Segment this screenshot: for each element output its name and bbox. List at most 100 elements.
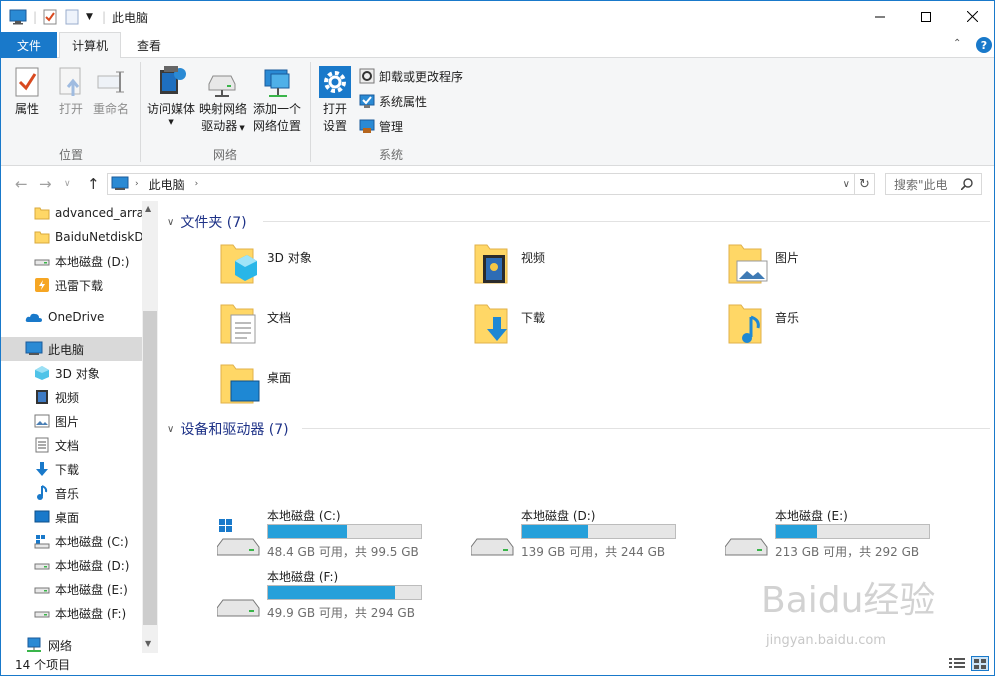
- system-properties-icon: [359, 94, 375, 108]
- system-group-label: 系统: [379, 148, 404, 162]
- properties-button[interactable]: 属性: [13, 66, 41, 118]
- folder-documents[interactable]: 文档: [219, 301, 419, 355]
- help-icon[interactable]: ?: [976, 37, 992, 53]
- nav-item-music[interactable]: 音乐: [1, 481, 142, 505]
- folder-pictures[interactable]: 图片: [727, 241, 927, 295]
- nav-label: 此电脑: [48, 342, 85, 357]
- uninstall-button[interactable]: 卸载或更改程序: [359, 65, 463, 87]
- nav-item-disk-f[interactable]: 本地磁盘 (F:): [1, 601, 142, 625]
- access-media-label: 访问媒体: [147, 102, 196, 116]
- drive-free-space: 139 GB 可用，共 244 GB: [521, 545, 666, 559]
- network-location-icon: [264, 69, 290, 97]
- nav-item-onedrive[interactable]: OneDrive: [1, 305, 142, 329]
- tab-view[interactable]: 查看: [125, 32, 173, 58]
- system-properties-button[interactable]: 系统属性: [359, 90, 427, 112]
- tab-computer[interactable]: 计算机: [59, 32, 121, 59]
- drive-f[interactable]: 本地磁盘 (F:) 49.9 GB 可用，共 294 GB: [217, 568, 427, 624]
- address-bar[interactable]: › 此电脑 › ∨: [107, 173, 855, 195]
- nav-item-downloads[interactable]: 下载: [1, 457, 142, 481]
- recent-locations-icon[interactable]: ∨: [64, 179, 71, 189]
- nav-item-baidunetdisk[interactable]: BaiduNetdiskD: [1, 225, 142, 249]
- nav-item-pictures[interactable]: 图片: [1, 409, 142, 433]
- large-icons-view-icon[interactable]: [971, 656, 989, 671]
- minimize-button[interactable]: [857, 1, 903, 32]
- maximize-button[interactable]: [903, 1, 949, 32]
- scroll-down-icon[interactable]: ▼: [145, 639, 151, 648]
- nav-label: 本地磁盘 (E:): [55, 582, 128, 597]
- folder-icon: [34, 207, 50, 220]
- customize-quick-access-icon[interactable]: ▼: [86, 8, 93, 26]
- nav-item-videos[interactable]: 视频: [1, 385, 142, 409]
- ribbon-divider: [310, 62, 311, 162]
- nav-item-network[interactable]: 网络: [1, 633, 142, 653]
- nav-item-3d-objects[interactable]: 3D 对象: [1, 361, 142, 385]
- media-icon: [160, 66, 186, 94]
- address-dropdown-icon[interactable]: ∨: [843, 179, 850, 190]
- search-placeholder: 搜索"此电: [894, 177, 948, 192]
- nav-item-advanced-array[interactable]: advanced_arra: [1, 201, 142, 225]
- collapse-ribbon-icon[interactable]: ⌃: [953, 38, 961, 49]
- folders-section-header[interactable]: ∨ 文件夹 (7): [167, 212, 247, 232]
- tab-file[interactable]: 文件: [1, 32, 57, 58]
- map-network-drive-button[interactable]: 映射网络 驱动器 ▼: [199, 66, 247, 137]
- drives-section-header[interactable]: ∨ 设备和驱动器 (7): [167, 419, 289, 439]
- drive-c[interactable]: 本地磁盘 (C:) 48.4 GB 可用，共 99.5 GB: [217, 507, 427, 563]
- search-box[interactable]: 搜索"此电: [885, 173, 982, 195]
- add-location-label-line2: 网络位置: [253, 119, 302, 133]
- breadcrumb-chevron-icon[interactable]: ›: [135, 179, 139, 189]
- drive-d[interactable]: 本地磁盘 (D:) 139 GB 可用，共 244 GB: [471, 507, 681, 563]
- nav-item-disk-d[interactable]: 本地磁盘 (D:): [1, 553, 142, 577]
- nav-item-disk-d-pinned[interactable]: 本地磁盘 (D:): [1, 249, 142, 273]
- computer-icon: [25, 341, 43, 355]
- rename-label: 重命名: [93, 102, 130, 116]
- folder-videos[interactable]: 视频: [473, 241, 673, 295]
- refresh-icon: ↻: [859, 176, 870, 192]
- collapse-chevron-icon[interactable]: ∨: [167, 424, 174, 435]
- folder-downloads[interactable]: 下载: [473, 301, 673, 355]
- forward-arrow-icon[interactable]: →: [39, 175, 52, 193]
- nav-item-documents[interactable]: 文档: [1, 433, 142, 457]
- manage-button[interactable]: 管理: [359, 115, 403, 137]
- rename-icon: [97, 71, 124, 93]
- nav-item-disk-e[interactable]: 本地磁盘 (E:): [1, 577, 142, 601]
- downloads-folder-icon: [474, 304, 508, 344]
- nav-scroll-thumb[interactable]: [143, 311, 157, 625]
- nav-item-desktop[interactable]: 桌面: [1, 505, 142, 529]
- nav-item-disk-c[interactable]: 本地磁盘 (C:): [1, 529, 142, 553]
- folder-label: 下载: [521, 311, 546, 325]
- folder-music[interactable]: 音乐: [727, 301, 927, 355]
- folder-desktop[interactable]: 桌面: [219, 361, 419, 415]
- section-divider: [263, 221, 990, 222]
- add-network-location-button[interactable]: 添加一个 网络位置: [253, 66, 301, 135]
- collapse-chevron-icon[interactable]: ∨: [167, 217, 174, 228]
- drive-e[interactable]: 本地磁盘 (E:) 213 GB 可用，共 292 GB: [725, 507, 935, 563]
- rename-button[interactable]: 重命名: [93, 66, 129, 118]
- folder-3d-objects[interactable]: 3D 对象: [219, 241, 419, 295]
- properties-quick-icon[interactable]: [43, 8, 57, 26]
- details-view-icon[interactable]: [949, 657, 965, 672]
- network-icon: [27, 637, 41, 652]
- drive-label: 本地磁盘 (F:): [267, 570, 339, 584]
- navigation-pane: advanced_arra BaiduNetdiskD 本地磁盘 (D:) 迅雷…: [1, 201, 158, 653]
- access-media-button[interactable]: 访问媒体 ▼: [147, 64, 195, 126]
- drive-label: 本地磁盘 (D:): [521, 509, 596, 523]
- settings-label-line1: 打开: [322, 102, 347, 116]
- breadcrumb-chevron-icon[interactable]: ›: [195, 179, 199, 189]
- up-arrow-icon[interactable]: ↑: [87, 175, 100, 193]
- new-folder-quick-icon[interactable]: [65, 8, 79, 26]
- back-arrow-icon[interactable]: ←: [15, 175, 28, 193]
- videos-folder-icon: [474, 244, 508, 284]
- scroll-up-icon[interactable]: ▲: [145, 204, 151, 213]
- open-settings-button[interactable]: 打开 设置: [319, 66, 351, 135]
- close-button[interactable]: [949, 1, 995, 32]
- breadcrumb-this-pc[interactable]: 此电脑: [149, 176, 185, 193]
- windows-drive-icon: [34, 535, 50, 549]
- open-button[interactable]: 打开: [57, 66, 85, 118]
- manage-icon: [359, 119, 375, 133]
- folder-label: 图片: [775, 251, 800, 265]
- refresh-button[interactable]: ↻: [855, 173, 875, 195]
- nav-item-thunder-downloads[interactable]: 迅雷下载: [1, 273, 142, 297]
- nav-item-this-pc[interactable]: 此电脑: [1, 337, 142, 361]
- drive-usage-fill: [268, 525, 347, 538]
- drive-icon: [34, 259, 50, 266]
